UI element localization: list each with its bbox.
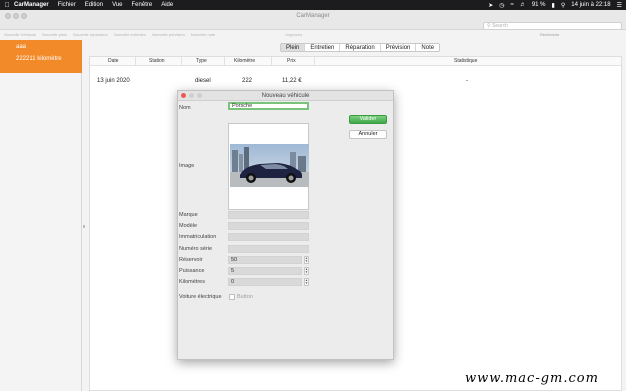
tab-prevision[interactable]: Prévision	[380, 44, 417, 51]
nom-input[interactable]: Porsche	[228, 102, 309, 110]
reservoir-input[interactable]: 50	[228, 256, 302, 264]
valider-button[interactable]: Valider	[349, 115, 387, 124]
column-header-date[interactable]: Date	[108, 58, 119, 64]
split-view-handle[interactable]	[83, 225, 85, 228]
label-modele: Modèle	[179, 223, 198, 229]
toolbar-new-maintenance[interactable]: Nouvelle entretien	[114, 32, 146, 37]
notification-center-icon[interactable]: ☰	[617, 2, 622, 9]
arrow-icon[interactable]: ➤	[488, 2, 493, 9]
cell-prix[interactable]: 11,22 €	[282, 78, 302, 84]
cell-statistique[interactable]: -	[466, 78, 468, 84]
tab-plein[interactable]: Plein	[281, 44, 306, 51]
vehicle-sidebar: aaa 222211 kilomètre	[0, 40, 82, 391]
label-puissance: Puissance	[179, 268, 205, 274]
toolbar-urgences[interactable]: Urgences	[285, 32, 302, 37]
immatriculation-input[interactable]	[228, 233, 309, 241]
column-divider	[314, 57, 315, 66]
menu-vue[interactable]: Vue	[112, 2, 122, 8]
column-header-statistique[interactable]: Statistique	[454, 58, 477, 64]
reservoir-stepper[interactable]: ▲ ▼	[304, 256, 309, 264]
sidebar-item-selected[interactable]: aaa 222211 kilomètre	[0, 40, 82, 73]
label-reservoir: Réservoir	[179, 257, 203, 263]
column-header-prix[interactable]: Prix	[287, 58, 296, 64]
column-header-type[interactable]: Type	[196, 58, 207, 64]
cell-type[interactable]: diesel	[195, 78, 211, 84]
cell-kilometre[interactable]: 222	[242, 78, 252, 84]
table-header: Date Station Type Kilomètre Prix Statist…	[90, 57, 621, 66]
cell-date[interactable]: 13 juin 2020	[97, 78, 130, 84]
wifi-icon[interactable]: ≈	[511, 2, 514, 8]
puissance-input[interactable]: 5	[228, 267, 302, 275]
new-vehicle-dialog: Nouveau véhicule Nom Porsche Image Marqu…	[177, 90, 394, 360]
voiture-electrique-checkbox[interactable]	[229, 294, 235, 300]
segmented-tabs: Plein Entretien Réparation Prévision Not…	[280, 43, 441, 52]
label-voiture-electrique: Voiture électrique	[179, 294, 222, 300]
spotlight-icon[interactable]: ⚲	[561, 2, 565, 9]
tab-entretien[interactable]: Entretien	[305, 44, 341, 51]
annuler-button[interactable]: Annuler	[349, 130, 387, 139]
column-divider	[181, 57, 182, 66]
marque-input[interactable]	[228, 211, 309, 219]
column-divider	[135, 57, 136, 66]
column-header-kilometre[interactable]: Kilomètre	[234, 58, 255, 64]
modele-input[interactable]	[228, 222, 309, 230]
search-label: Recherche	[540, 32, 560, 37]
dialog-form: Nom Porsche Image Marque Modèle Immatric…	[178, 101, 393, 359]
menu-aide[interactable]: Aide	[161, 2, 173, 8]
window-title: CarManager	[296, 13, 330, 19]
porsche-car-image	[230, 144, 309, 187]
search-field[interactable]: ⚲ Search	[483, 22, 622, 30]
toolbar: Nouvelle Véhicule Nouvelle plein Nouvell…	[4, 32, 215, 37]
label-numero-serie: Numéro série	[179, 246, 213, 252]
time-machine-icon[interactable]: ◷	[499, 2, 504, 9]
search-placeholder: Search	[492, 23, 508, 29]
status-area: ➤ ◷ ≈ ♬ 91 % ▮ ⚲ 14 juin à 22:18 ☰	[488, 0, 622, 10]
column-divider	[224, 57, 225, 66]
menu-fenetre[interactable]: Fenêtre	[132, 2, 153, 8]
label-nom: Nom	[179, 105, 191, 111]
car-photo	[230, 144, 309, 187]
label-marque: Marque	[179, 212, 198, 218]
volume-icon[interactable]: ♬	[520, 2, 526, 8]
battery-percent[interactable]: 91 %	[532, 2, 546, 8]
checkbox-label[interactable]: Button	[237, 294, 253, 300]
tab-note[interactable]: Note	[416, 44, 440, 51]
battery-icon[interactable]: ▮	[552, 2, 555, 9]
label-kilometres: Kilomètres	[179, 279, 205, 285]
label-image: Image	[179, 163, 195, 169]
label-immatriculation: Immatriculation	[179, 234, 217, 240]
window-titlebar: CarManager ⚲ Search	[0, 10, 626, 30]
menu-bar:  CarManager Fichier Edition Vue Fenêtre…	[0, 0, 626, 10]
column-divider	[271, 57, 272, 66]
tab-reparation[interactable]: Réparation	[340, 44, 381, 51]
menu-datetime[interactable]: 14 juin à 22:18	[571, 2, 610, 8]
toolbar-new-repair[interactable]: Nouvelle réparation	[73, 32, 108, 37]
toolbar-new-fill[interactable]: Nouvelle plein	[42, 32, 67, 37]
menu-fichier[interactable]: Fichier	[58, 2, 76, 8]
menu-edition[interactable]: Edition	[85, 2, 103, 8]
vehicle-name: aaa	[16, 44, 27, 50]
toolbar-new-vehicle[interactable]: Nouvelle Véhicule	[4, 32, 36, 37]
dialog-title: Nouveau véhicule	[261, 93, 310, 99]
numero-serie-input[interactable]	[228, 245, 309, 253]
kilometres-input[interactable]: 0	[228, 278, 302, 286]
menu-app-name[interactable]: CarManager	[14, 2, 49, 8]
toolbar-new-note[interactable]: Nouvelle note	[191, 32, 215, 37]
apple-menu-icon[interactable]: 	[0, 2, 14, 9]
puissance-stepper[interactable]: ▲ ▼	[304, 267, 309, 275]
vehicle-km: 222211 kilomètre	[16, 56, 62, 62]
image-well[interactable]	[228, 123, 309, 210]
column-header-station[interactable]: Station	[149, 58, 165, 64]
dialog-titlebar: Nouveau véhicule	[178, 91, 393, 101]
toolbar-new-forecast[interactable]: Nouvelle prévision	[152, 32, 185, 37]
watermark: www.mac-gm.com	[465, 371, 599, 386]
kilometres-stepper[interactable]: ▲ ▼	[304, 278, 309, 286]
